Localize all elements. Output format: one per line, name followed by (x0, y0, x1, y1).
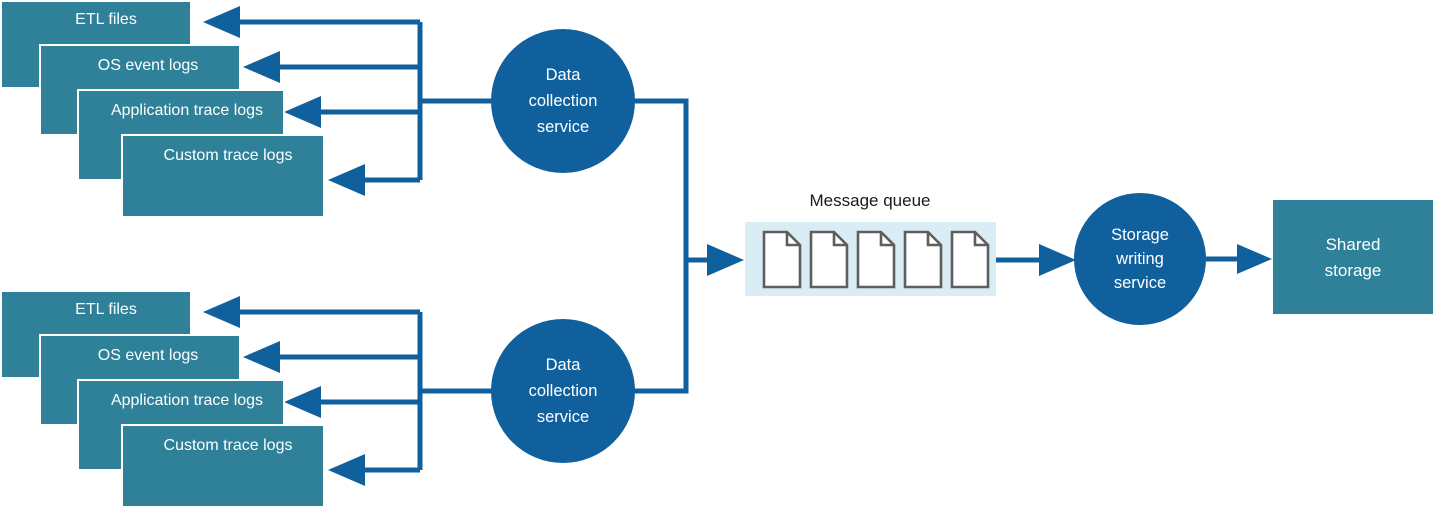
connector-services-to-queue (634, 98, 744, 394)
log-box-label: ETL files (75, 11, 137, 28)
arrowhead-to-shared-storage (1237, 244, 1272, 274)
service-label-line2: collection (529, 92, 598, 110)
arrowhead-bottom-3 (284, 386, 321, 418)
shared-storage-label-line2: storage (1325, 261, 1382, 280)
diagram-canvas: ETL files OS event logs Application trac… (0, 0, 1433, 508)
connector-queue-to-storage-writing (996, 244, 1076, 276)
service-label-line2: collection (529, 382, 598, 400)
service-label-line1: Storage (1111, 226, 1169, 244)
document-icon (762, 230, 802, 289)
log-source-group-top: ETL files OS event logs Application trac… (0, 0, 492, 218)
shared-storage-label-line1: Shared (1326, 235, 1381, 254)
architecture-diagram: ETL files OS event logs Application trac… (0, 0, 1435, 516)
document-icon (856, 230, 896, 289)
log-box-top-custom-trace-logs[interactable]: Custom trace logs (121, 134, 325, 218)
service-label-line1: Data (546, 66, 582, 84)
log-box-label: Custom trace logs (164, 437, 293, 454)
data-collection-service-bottom[interactable]: Data collection service (491, 319, 635, 463)
document-icon (950, 230, 990, 289)
arrowhead-to-storage-writing (1039, 244, 1076, 276)
log-box-label: OS event logs (98, 347, 199, 364)
log-source-group-bottom: ETL files OS event logs Application trac… (0, 290, 492, 508)
message-queue[interactable]: Message queue (745, 191, 996, 296)
data-collection-service-top[interactable]: Data collection service (491, 29, 635, 173)
message-document-icon[interactable] (903, 230, 943, 289)
service-label-line3: service (537, 118, 589, 136)
message-queue-title: Message queue (810, 191, 931, 210)
document-icon (809, 230, 849, 289)
service-label-line3: service (1114, 274, 1166, 292)
arrowhead-to-queue (707, 244, 744, 276)
log-box-label: ETL files (75, 301, 137, 318)
log-box-label: Custom trace logs (164, 147, 293, 164)
log-box-label: Application trace logs (111, 392, 263, 409)
arrowhead-top-2 (243, 51, 280, 83)
arrowhead-bottom-2 (243, 341, 280, 373)
arrowhead-top-1 (203, 6, 240, 38)
arrowhead-top-4 (328, 164, 365, 196)
message-document-icon[interactable] (762, 230, 802, 289)
message-document-icon[interactable] (950, 230, 990, 289)
log-box-label: Application trace logs (111, 102, 263, 119)
shared-storage-rect (1273, 200, 1433, 314)
log-box-bottom-custom-trace-logs[interactable]: Custom trace logs (121, 424, 325, 508)
service-label-line3: service (537, 408, 589, 426)
message-document-icon[interactable] (809, 230, 849, 289)
service-label-line2: writing (1115, 250, 1164, 268)
connector-storage-writing-to-shared-storage (1206, 244, 1272, 274)
arrowhead-top-3 (284, 96, 321, 128)
message-document-icon[interactable] (856, 230, 896, 289)
service-label-line1: Data (546, 356, 582, 374)
log-box-label: OS event logs (98, 57, 199, 74)
arrowhead-bottom-4 (328, 454, 365, 486)
shared-storage[interactable]: Shared storage (1273, 200, 1433, 314)
storage-writing-service[interactable]: Storage writing service (1074, 193, 1206, 325)
arrowhead-bottom-1 (203, 296, 240, 328)
merge-connector-path (634, 98, 689, 394)
document-icon (903, 230, 943, 289)
